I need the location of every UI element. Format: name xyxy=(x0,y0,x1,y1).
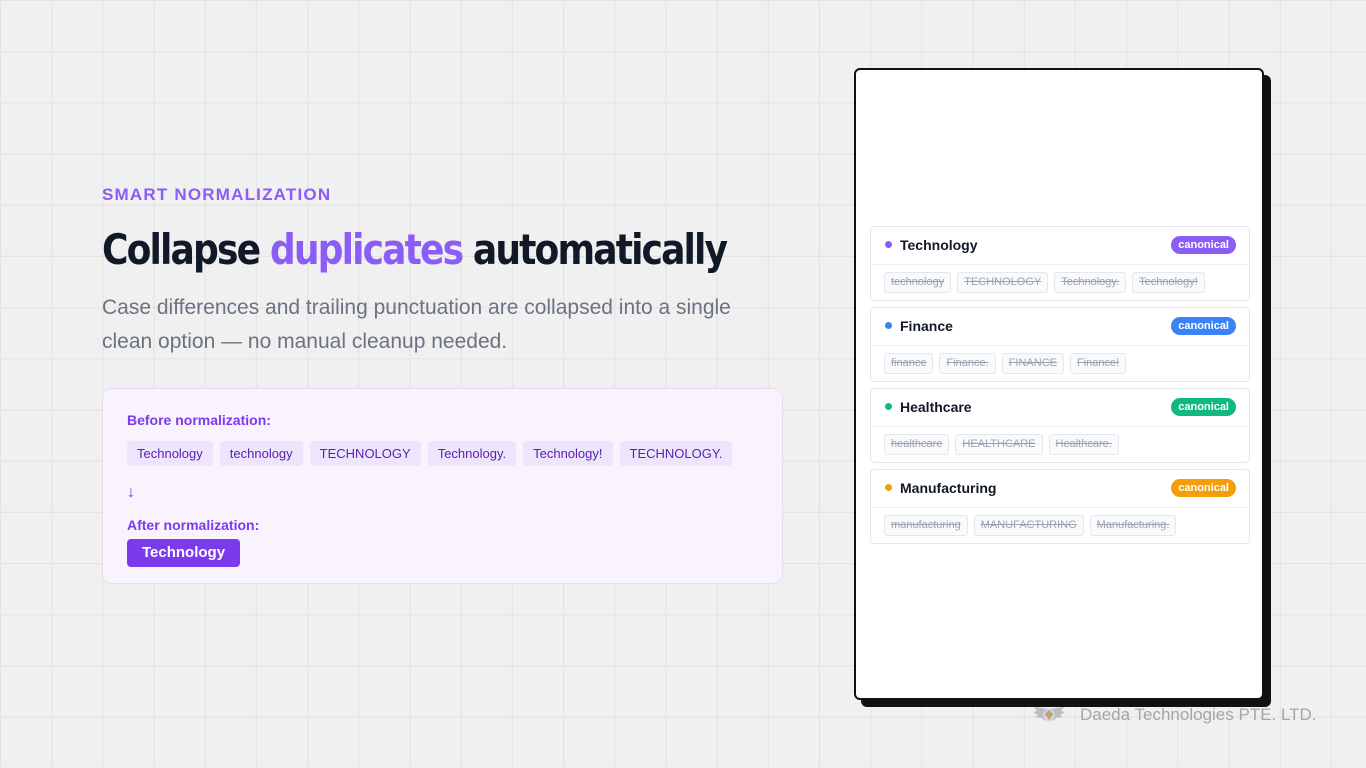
company-name: Daeda Technologies PTE. LTD. xyxy=(1080,705,1317,724)
canonical-badge: canonical xyxy=(1171,398,1236,416)
normalized-value-chip: Technology xyxy=(127,539,241,567)
status-dot-icon xyxy=(885,484,892,491)
duplicate-tag: MANUFACTURING xyxy=(973,515,1084,536)
normalization-demo-card: Before normalization: Technology technolo… xyxy=(102,388,783,584)
after-label: After normalization: xyxy=(127,517,260,533)
before-label: Before normalization: xyxy=(127,412,271,428)
status-dot-icon xyxy=(885,403,892,410)
canonical-values-panel: Technology canonical technology TECHNOLOGY T… xyxy=(854,68,1264,700)
canonical-group: Technology canonical technology TECHNOLOGY T… xyxy=(870,226,1250,301)
group-name: Technology xyxy=(900,237,978,253)
before-values-list: Technology technology TECHNOLOGY Technology… xyxy=(127,441,733,466)
winged-emblem-icon xyxy=(1033,707,1065,721)
duplicate-list: healthcare HEALTHCARE Healthcare. xyxy=(884,434,1119,455)
duplicate-tag: Technology. xyxy=(1054,272,1127,293)
hero-section: SMART NORMALIZATION Collapse duplicates … xyxy=(102,184,802,359)
status-dot-icon xyxy=(885,322,892,329)
group-header: Technology canonical xyxy=(871,227,1249,265)
before-value-chip: technology xyxy=(219,441,303,466)
title-part-after: automatically xyxy=(462,225,728,274)
duplicate-list: finance Finance. FINANCE Finance! xyxy=(884,353,1127,374)
group-name: Healthcare xyxy=(900,399,972,415)
canonical-group: Manufacturing canonical manufacturing MANUF… xyxy=(870,469,1250,544)
group-header: Healthcare canonical xyxy=(871,389,1249,427)
duplicate-tag: manufacturing xyxy=(884,515,968,536)
status-dot-icon xyxy=(885,241,892,248)
before-value-chip: TECHNOLOGY. xyxy=(619,441,733,466)
duplicate-tag: Healthcare. xyxy=(1048,434,1119,455)
canonical-badge: canonical xyxy=(1171,479,1236,497)
before-value-chip: TECHNOLOGY xyxy=(309,441,421,466)
duplicate-tag: healthcare xyxy=(884,434,950,455)
page-description: Case differences and trailing punctuatio… xyxy=(102,296,731,353)
group-name: Finance xyxy=(900,318,953,334)
canonical-group: Healthcare canonical healthcare HEALTHCARE H… xyxy=(870,388,1250,463)
before-value-chip: Technology xyxy=(127,441,213,466)
duplicate-tag: Finance. xyxy=(939,353,996,374)
canonical-badge: canonical xyxy=(1171,317,1236,335)
before-value-chip: Technology! xyxy=(523,441,613,466)
canonical-group: Finance canonical finance Finance. FINANCE Fi… xyxy=(870,307,1250,382)
duplicate-tag: FINANCE xyxy=(1001,353,1064,374)
eyebrow-label: SMART NORMALIZATION xyxy=(102,185,332,204)
duplicate-tag: technology xyxy=(884,272,952,293)
before-value-chip: Technology. xyxy=(427,441,517,466)
footer-brand: Daeda Technologies PTE. LTD. xyxy=(1032,700,1317,730)
arrow-down-icon: ↓ xyxy=(127,484,135,501)
title-accent: duplicates xyxy=(269,225,464,274)
group-header: Manufacturing canonical xyxy=(871,470,1249,508)
title-part-before: Collapse xyxy=(102,225,270,274)
duplicate-list: manufacturing MANUFACTURING Manufacturing. xyxy=(884,515,1177,536)
duplicate-tag: Technology! xyxy=(1132,272,1205,293)
duplicate-tag: TECHNOLOGY xyxy=(957,272,1049,293)
duplicate-tag: finance xyxy=(884,353,934,374)
duplicate-tag: Finance! xyxy=(1069,353,1127,374)
group-name: Manufacturing xyxy=(900,480,997,496)
duplicate-tag: Manufacturing. xyxy=(1089,515,1177,536)
canonical-badge: canonical xyxy=(1171,236,1236,254)
duplicate-list: technology TECHNOLOGY Technology. Technolog… xyxy=(884,272,1205,293)
page-title: Collapse duplicates automatically xyxy=(102,225,728,275)
duplicate-tag: HEALTHCARE xyxy=(955,434,1043,455)
group-header: Finance canonical xyxy=(871,308,1249,346)
